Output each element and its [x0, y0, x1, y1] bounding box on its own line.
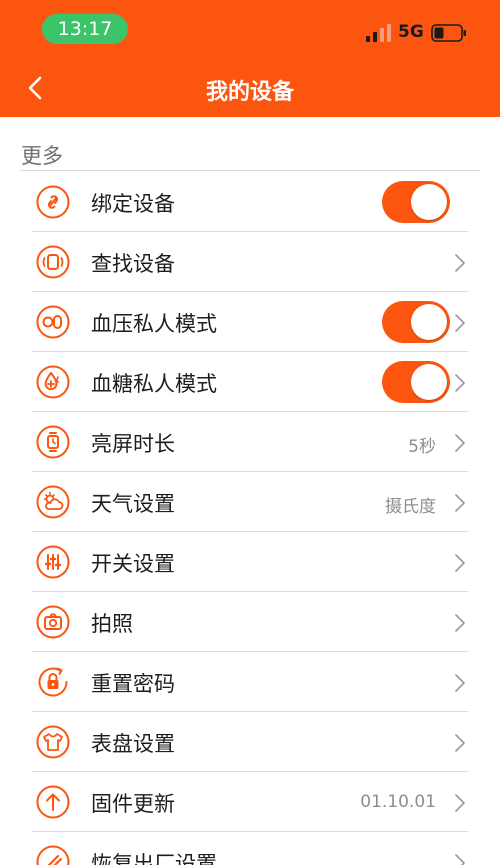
row-bp-private-mode[interactable]: 血压私人模式 — [0, 292, 500, 352]
row-reset-password[interactable]: 重置密码 — [0, 652, 500, 712]
row-label: 血压私人模式 — [91, 312, 217, 336]
toggle-knob — [411, 184, 447, 220]
link-icon — [36, 185, 70, 219]
screen-duration-value: 5秒 — [408, 437, 436, 457]
upload-arrow-icon — [36, 785, 70, 819]
row-label: 开关设置 — [91, 552, 175, 576]
chevron-right-icon — [455, 374, 465, 392]
reset-lock-icon — [36, 665, 70, 699]
row-label: 重置密码 — [91, 672, 175, 696]
app-header: 13:17 5G 我的设备 — [0, 0, 500, 117]
firmware-version-value: 01.10.01 — [360, 792, 436, 812]
row-label: 表盘设置 — [91, 732, 175, 756]
weather-icon — [36, 485, 70, 519]
chevron-right-icon — [455, 254, 465, 272]
row-firmware-update[interactable]: 固件更新 01.10.01 — [0, 772, 500, 832]
settings-list: 绑定设备 查找设备 血压私人模式 血糖私人模式 亮屏时长 5秒 天气设置 摄氏度… — [0, 172, 500, 865]
chevron-right-icon — [455, 434, 465, 452]
chevron-right-icon — [455, 854, 465, 865]
row-switch-settings[interactable]: 开关设置 — [0, 532, 500, 592]
chevron-right-icon — [455, 314, 465, 332]
sliders-icon — [36, 545, 70, 579]
row-weather-settings[interactable]: 天气设置 摄氏度 — [0, 472, 500, 532]
status-bar: 13:17 5G — [0, 0, 500, 58]
blood-drop-plus-icon — [36, 365, 70, 399]
factory-reset-icon — [36, 845, 70, 865]
section-divider — [20, 170, 480, 171]
page-title: 我的设备 — [205, 80, 294, 105]
chevron-right-icon — [455, 494, 465, 512]
network-type: 5G — [398, 22, 424, 42]
row-label: 拍照 — [91, 612, 133, 636]
row-find-device[interactable]: 查找设备 — [0, 232, 500, 292]
row-label: 亮屏时长 — [91, 432, 175, 456]
bp-private-toggle[interactable] — [382, 301, 450, 343]
row-label: 血糖私人模式 — [91, 372, 217, 396]
row-factory-reset[interactable]: 恢复出厂设置 — [0, 832, 500, 865]
chevron-right-icon — [455, 614, 465, 632]
row-bg-private-mode[interactable]: 血糖私人模式 — [0, 352, 500, 412]
section-label-more: 更多 — [21, 144, 63, 168]
toggle-knob — [411, 364, 447, 400]
nav-bar: 我的设备 — [0, 58, 500, 117]
watch-face-shirt-icon — [36, 725, 70, 759]
blood-pressure-icon — [36, 305, 70, 339]
row-take-photo[interactable]: 拍照 — [0, 592, 500, 652]
status-time: 13:17 — [42, 14, 128, 44]
chevron-right-icon — [455, 794, 465, 812]
bind-device-toggle[interactable] — [382, 181, 450, 223]
row-label: 恢复出厂设置 — [91, 852, 217, 865]
weather-unit-value: 摄氏度 — [385, 497, 436, 517]
row-label: 天气设置 — [91, 492, 175, 516]
row-label: 固件更新 — [91, 792, 175, 816]
toggle-knob — [411, 304, 447, 340]
row-screen-duration[interactable]: 亮屏时长 5秒 — [0, 412, 500, 472]
camera-icon — [36, 605, 70, 639]
row-label: 查找设备 — [91, 252, 175, 276]
watch-vibrate-icon — [36, 245, 70, 279]
chevron-right-icon — [455, 734, 465, 752]
watch-screen-icon — [36, 425, 70, 459]
cellular-signal-icon — [366, 24, 391, 42]
row-watch-face-settings[interactable]: 表盘设置 — [0, 712, 500, 772]
bg-private-toggle[interactable] — [382, 361, 450, 403]
row-bind-device[interactable]: 绑定设备 — [0, 172, 500, 232]
chevron-right-icon — [455, 554, 465, 572]
battery-icon — [431, 24, 466, 42]
row-label: 绑定设备 — [91, 192, 175, 216]
chevron-right-icon — [455, 674, 465, 692]
